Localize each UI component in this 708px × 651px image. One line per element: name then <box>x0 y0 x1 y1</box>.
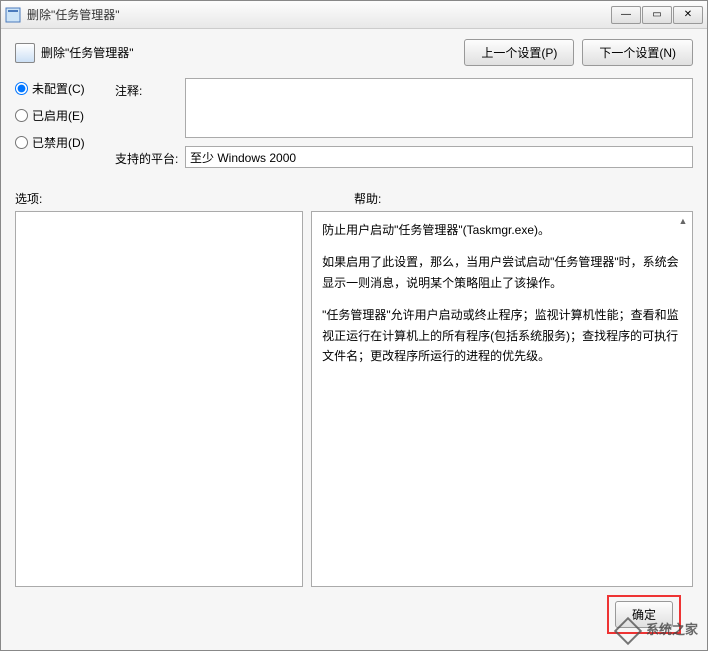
next-setting-button[interactable]: 下一个设置(N) <box>582 39 693 66</box>
radio-group: 未配置(C) 已启用(E) 已禁用(D) <box>15 78 115 176</box>
radio-enabled-label: 已启用(E) <box>32 107 84 124</box>
radio-disabled-label: 已禁用(D) <box>32 134 85 151</box>
minimize-button[interactable]: — <box>611 6 641 24</box>
dialog-content: 删除"任务管理器" 上一个设置(P) 下一个设置(N) 未配置(C) 已启用(E… <box>1 29 707 650</box>
radio-disabled-input[interactable] <box>15 136 28 149</box>
ok-button[interactable]: 确定 <box>615 601 673 628</box>
nav-buttons: 上一个设置(P) 下一个设置(N) <box>464 39 693 66</box>
form-column: 注释: 支持的平台: 至少 Windows 2000 <box>115 78 693 176</box>
platform-row: 支持的平台: 至少 Windows 2000 <box>115 146 693 168</box>
help-text: 防止用户启动"任务管理器"(Taskmgr.exe)。 如果启用了此设置，那么，… <box>322 220 682 366</box>
prev-setting-button[interactable]: 上一个设置(P) <box>464 39 574 66</box>
app-icon <box>5 7 21 23</box>
window-controls: — ▭ ✕ <box>611 6 703 24</box>
comment-label: 注释: <box>115 78 185 138</box>
policy-title: 删除"任务管理器" <box>41 44 134 61</box>
help-panel: ▲ 防止用户启动"任务管理器"(Taskmgr.exe)。 如果启用了此设置，那… <box>311 211 693 587</box>
help-label: 帮助: <box>354 190 693 207</box>
radio-not-configured-input[interactable] <box>15 82 28 95</box>
radio-enabled-input[interactable] <box>15 109 28 122</box>
titlebar: 删除"任务管理器" — ▭ ✕ <box>1 1 707 29</box>
panel-labels: 选项: 帮助: <box>15 190 693 207</box>
policy-icon <box>15 43 35 63</box>
maximize-button[interactable]: ▭ <box>642 6 672 24</box>
radio-enabled[interactable]: 已启用(E) <box>15 107 115 124</box>
radio-not-configured[interactable]: 未配置(C) <box>15 80 115 97</box>
radio-disabled[interactable]: 已禁用(D) <box>15 134 115 151</box>
options-label: 选项: <box>15 190 340 207</box>
window-title: 删除"任务管理器" <box>27 6 611 23</box>
platform-label: 支持的平台: <box>115 146 185 168</box>
platform-select[interactable]: 至少 Windows 2000 <box>185 146 693 168</box>
close-button[interactable]: ✕ <box>673 6 703 24</box>
scroll-up-icon[interactable]: ▲ <box>676 214 690 228</box>
header-row: 删除"任务管理器" 上一个设置(P) 下一个设置(N) <box>15 39 693 66</box>
header-left: 删除"任务管理器" <box>15 43 134 63</box>
comment-textarea[interactable] <box>185 78 693 138</box>
radio-not-configured-label: 未配置(C) <box>32 80 85 97</box>
help-paragraph-3: "任务管理器"允许用户启动或终止程序；监视计算机性能；查看和监视正运行在计算机上… <box>322 305 682 366</box>
help-paragraph-1: 防止用户启动"任务管理器"(Taskmgr.exe)。 <box>322 220 682 240</box>
comment-row: 注释: <box>115 78 693 138</box>
ok-highlight: 确定 <box>607 595 681 634</box>
dialog-window: 删除"任务管理器" — ▭ ✕ 删除"任务管理器" 上一个设置(P) 下一个设置… <box>0 0 708 651</box>
footer: 确定 <box>15 587 693 642</box>
options-panel <box>15 211 303 587</box>
config-row: 未配置(C) 已启用(E) 已禁用(D) 注释: 支持的平台: <box>15 78 693 176</box>
panels: ▲ 防止用户启动"任务管理器"(Taskmgr.exe)。 如果启用了此设置，那… <box>15 211 693 587</box>
platform-value: 至少 Windows 2000 <box>190 149 296 166</box>
help-paragraph-2: 如果启用了此设置，那么，当用户尝试启动"任务管理器"时，系统会显示一则消息，说明… <box>322 252 682 293</box>
